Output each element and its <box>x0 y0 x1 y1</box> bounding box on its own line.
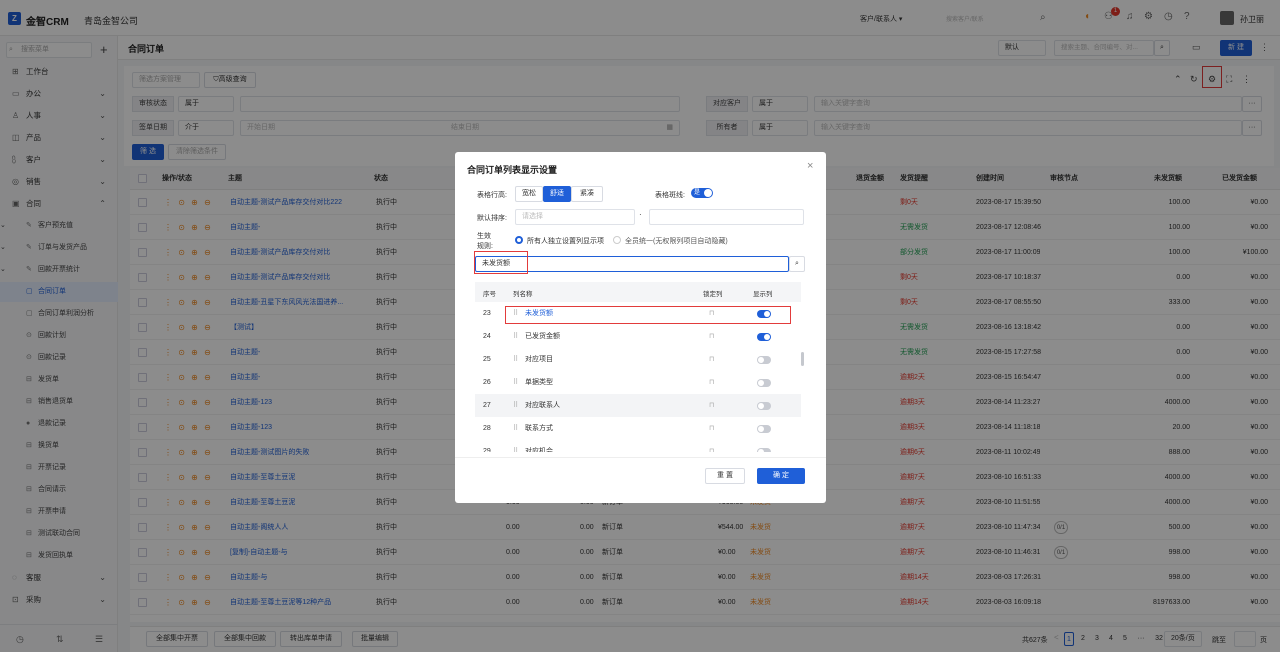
default-sort-select[interactable]: 请选择 <box>515 209 635 225</box>
drag-handle-icon[interactable]: ⠿ <box>513 325 518 348</box>
header-name: 列名称 <box>513 291 533 298</box>
show-column-toggle[interactable] <box>757 356 771 364</box>
column-settings-modal: 合同订单列表显示设置 × 表格行高: 宽松 舒适 紧凑 表格斑线: 是 默认排序… <box>455 152 826 503</box>
drag-handle-icon[interactable]: ⠿ <box>513 394 518 417</box>
drag-handle-icon[interactable]: ⠿ <box>513 440 518 452</box>
column-no: 27 <box>483 402 491 409</box>
column-name: 联系方式 <box>525 425 553 432</box>
column-no: 24 <box>483 333 491 340</box>
column-row[interactable]: 24 ⠿ 已发货金额 ⊓ <box>475 325 801 348</box>
lock-icon[interactable]: ⊓ <box>709 417 714 440</box>
sort-separator: · <box>639 210 642 219</box>
lock-icon[interactable]: ⊓ <box>709 394 714 417</box>
zebra-toggle[interactable]: 是 <box>691 188 713 198</box>
row-height-comfortable[interactable]: 舒适 <box>543 186 571 202</box>
show-column-toggle[interactable] <box>757 425 771 433</box>
show-column-toggle[interactable] <box>757 379 771 387</box>
column-list-scrollbar[interactable] <box>801 352 804 366</box>
rule-option-individual[interactable]: 所有人独立设置列显示项 <box>527 236 604 246</box>
drag-handle-icon[interactable]: ⠿ <box>513 348 518 371</box>
row-highlight <box>505 306 791 324</box>
show-column-toggle[interactable] <box>757 333 771 341</box>
column-row[interactable]: 29 ⠿ 对应机会 ⊓ <box>475 440 801 452</box>
column-list: 23 ⠿ 未发货额 ⊓ 24 ⠿ 已发货金额 ⊓ 25 ⠿ 对应项目 ⊓ 26 ⠿ 单据类型 ⊓ 27 ⠿ 对应联系… <box>475 302 805 452</box>
lock-icon[interactable]: ⊓ <box>709 325 714 348</box>
show-column-toggle[interactable] <box>757 402 771 410</box>
column-row[interactable]: 26 ⠿ 单据类型 ⊓ <box>475 371 801 394</box>
sort-direction-select[interactable] <box>649 209 804 225</box>
column-no: 26 <box>483 379 491 386</box>
column-name: 已发货金额 <box>525 333 560 340</box>
column-list-header: 序号 列名称 锁定列 显示列 <box>475 282 801 302</box>
rule-radio-individual[interactable] <box>515 236 523 244</box>
show-column-toggle[interactable] <box>757 448 771 452</box>
column-search-icon[interactable]: ⌕ <box>789 256 805 272</box>
reset-button[interactable]: 重 置 <box>705 468 745 484</box>
drag-handle-icon[interactable]: ⠿ <box>513 417 518 440</box>
zebra-label: 表格斑线: <box>655 192 685 199</box>
search-highlight <box>474 251 528 274</box>
row-height-label: 表格行高: <box>477 192 507 199</box>
header-no: 序号 <box>483 291 496 298</box>
row-height-compact[interactable]: 紧凑 <box>571 186 603 202</box>
effective-rule-label: 生效规则: <box>477 233 493 250</box>
footer-divider <box>455 457 826 458</box>
lock-icon[interactable]: ⊓ <box>709 371 714 394</box>
row-height-loose[interactable]: 宽松 <box>515 186 543 202</box>
column-no: 23 <box>483 310 491 317</box>
column-no: 25 <box>483 356 491 363</box>
close-icon[interactable]: × <box>807 160 813 172</box>
default-sort-label: 默认排序: <box>477 215 507 222</box>
column-row[interactable]: 28 ⠿ 联系方式 ⊓ <box>475 417 801 440</box>
modal-title: 合同订单列表显示设置 <box>467 165 558 175</box>
lock-icon[interactable]: ⊓ <box>709 348 714 371</box>
rule-radio-unified[interactable] <box>613 236 621 244</box>
drag-handle-icon[interactable]: ⠿ <box>513 371 518 394</box>
toggle-knob <box>704 189 712 197</box>
column-name: 对应项目 <box>525 356 553 363</box>
column-name: 单据类型 <box>525 379 553 386</box>
rule-option-unified[interactable]: 全员统一(无权限列项目自动隐藏) <box>625 236 728 246</box>
header-lock: 锁定列 <box>703 291 723 298</box>
column-row[interactable]: 25 ⠿ 对应项目 ⊓ <box>475 348 801 371</box>
column-row[interactable]: 27 ⠿ 对应联系人 ⊓ <box>475 394 801 417</box>
header-show: 显示列 <box>753 291 773 298</box>
column-no: 29 <box>483 448 491 452</box>
confirm-button[interactable]: 确 定 <box>757 468 805 484</box>
zebra-value: 是 <box>694 190 701 196</box>
lock-icon[interactable]: ⊓ <box>709 440 714 452</box>
column-no: 28 <box>483 425 491 432</box>
column-name: 对应联系人 <box>525 402 560 409</box>
column-name: 对应机会 <box>525 448 553 452</box>
